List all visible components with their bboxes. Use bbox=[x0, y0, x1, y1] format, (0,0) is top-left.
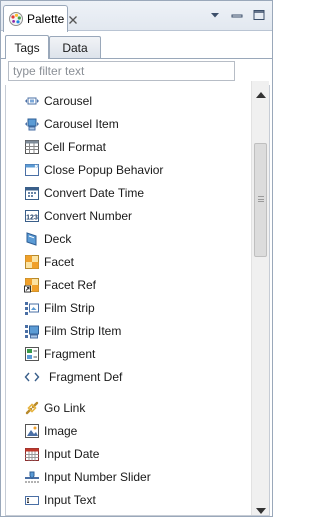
palette-tabs: Tags Data bbox=[1, 31, 272, 59]
tag-list: Carousel Carousel Item Cell Format Close… bbox=[1, 89, 250, 511]
list-item-label: Input Number Slider bbox=[44, 470, 151, 484]
list-item-convert-number[interactable]: 123 Convert Number bbox=[24, 206, 132, 226]
carousel-item-icon bbox=[24, 116, 40, 132]
input-text-icon bbox=[24, 492, 40, 508]
list-item-input-number-slider[interactable]: Input Number Slider bbox=[24, 467, 151, 487]
view-menu-icon[interactable] bbox=[208, 8, 222, 22]
list-item-label: Carousel bbox=[44, 94, 93, 108]
list-item-label: Go Link bbox=[44, 401, 86, 415]
list-item-facet-ref[interactable]: Facet Ref bbox=[24, 275, 96, 295]
list-item-film-strip-item[interactable]: Film Strip Item bbox=[24, 321, 121, 341]
scrollbar-thumb[interactable] bbox=[254, 143, 267, 257]
filter-input[interactable]: type filter text bbox=[8, 61, 235, 81]
svg-text:123: 123 bbox=[26, 214, 38, 221]
list-item-film-strip[interactable]: Film Strip bbox=[24, 298, 95, 318]
list-item-fragment[interactable]: Fragment bbox=[24, 344, 95, 364]
scroll-down-icon[interactable] bbox=[256, 503, 266, 514]
cell-format-icon bbox=[24, 139, 40, 155]
list-item-input-date[interactable]: Input Date bbox=[24, 444, 99, 464]
list-item-label: Film Strip bbox=[44, 301, 95, 315]
list-item-input-text[interactable]: Input Text bbox=[24, 490, 96, 510]
fragment-icon bbox=[24, 346, 40, 362]
maximize-icon[interactable] bbox=[252, 8, 266, 22]
tab-tags-label: Tags bbox=[14, 40, 40, 55]
list-item-cell-format[interactable]: Cell Format bbox=[24, 137, 106, 157]
list-item-label: Input Text bbox=[44, 493, 96, 507]
list-item-label: Convert Number bbox=[44, 209, 133, 223]
list-item-label: Film Strip Item bbox=[44, 324, 122, 338]
tab-data-label: Data bbox=[62, 40, 88, 55]
list-item-image[interactable]: Image bbox=[24, 421, 77, 441]
vertical-scrollbar[interactable] bbox=[251, 81, 269, 515]
close-popup-behavior-icon bbox=[24, 162, 40, 178]
tab-tags[interactable]: Tags bbox=[5, 35, 49, 59]
list-item-go-link[interactable]: Go Link bbox=[24, 398, 85, 418]
image-icon bbox=[24, 423, 40, 439]
list-item-label: Input Date bbox=[44, 447, 100, 461]
film-strip-icon bbox=[24, 300, 40, 316]
list-item-facet[interactable]: Facet bbox=[24, 252, 74, 272]
input-number-slider-icon bbox=[24, 469, 40, 485]
palette-view-tab[interactable]: Palette bbox=[3, 5, 78, 32]
list-item-deck[interactable]: Deck bbox=[24, 229, 71, 249]
palette-icon bbox=[8, 11, 24, 27]
list-item-convert-date-time[interactable]: Convert Date Time bbox=[24, 183, 144, 203]
go-link-icon bbox=[24, 400, 40, 416]
view-controls bbox=[208, 8, 266, 22]
carousel-icon bbox=[24, 93, 40, 109]
list-item-label: Deck bbox=[44, 232, 72, 246]
list-item-label: Facet bbox=[44, 255, 75, 269]
close-icon[interactable] bbox=[68, 14, 78, 24]
list-item-carousel-item[interactable]: Carousel Item bbox=[24, 114, 119, 134]
list-item-close-popup-behavior[interactable]: Close Popup Behavior bbox=[24, 160, 163, 180]
list-item-label: Close Popup Behavior bbox=[44, 163, 164, 177]
scroll-up-icon[interactable] bbox=[256, 87, 266, 98]
convert-date-time-icon bbox=[24, 185, 40, 201]
list-item-label: Facet Ref bbox=[44, 278, 97, 292]
list-item-label: Cell Format bbox=[44, 140, 107, 154]
film-strip-item-icon bbox=[24, 323, 40, 339]
palette-view-title: Palette bbox=[27, 12, 65, 26]
list-item-label: Image bbox=[44, 424, 78, 438]
deck-icon bbox=[24, 231, 40, 247]
list-item-label: Carousel Item bbox=[44, 117, 119, 131]
fragment-def-icon bbox=[24, 369, 40, 385]
list-item-carousel[interactable]: Carousel bbox=[24, 91, 92, 111]
list-item-label: Convert Date Time bbox=[44, 186, 145, 200]
minimize-icon[interactable] bbox=[230, 8, 244, 22]
palette-view: Palette Tags Data type filter text Carou… bbox=[0, 0, 273, 517]
list-item-fragment-def[interactable]: Fragment Def bbox=[24, 367, 122, 387]
scrollbar-grip bbox=[258, 196, 264, 202]
input-date-icon bbox=[24, 446, 40, 462]
facet-ref-icon bbox=[24, 277, 40, 293]
view-tab-strip: Palette bbox=[1, 1, 272, 32]
facet-icon bbox=[24, 254, 40, 270]
convert-number-icon: 123 bbox=[24, 208, 40, 224]
list-item-label: Fragment Def bbox=[49, 370, 123, 384]
list-item-label: Fragment bbox=[44, 347, 96, 361]
tab-data[interactable]: Data bbox=[49, 36, 101, 58]
